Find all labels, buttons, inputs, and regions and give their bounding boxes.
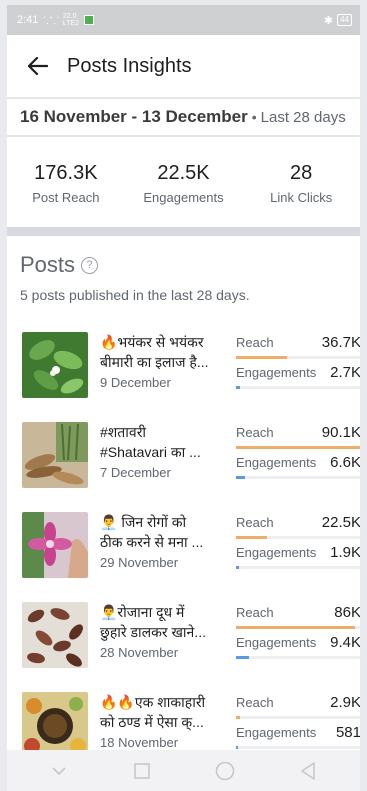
post-stats: Reach 22.5K Engagements 1.9K xyxy=(236,514,360,574)
post-title: #शतावरी xyxy=(100,424,147,440)
engagements-label: Engagements xyxy=(236,725,317,740)
reach-value: 86K xyxy=(334,604,360,621)
metric-post-reach: 176.3K Post Reach xyxy=(7,137,125,227)
reach-value: 36.7K xyxy=(321,334,360,351)
reach-value: 90.1K xyxy=(321,424,360,441)
engagements-value: 9.4K xyxy=(330,634,360,651)
metric-label: Post Reach xyxy=(32,190,100,205)
post-thumbnail xyxy=(22,422,88,488)
post-item[interactable]: 👨‍💼 जिन रोगों को ठीक करने से मना ... 29 … xyxy=(7,512,360,587)
engagements-bar xyxy=(236,386,360,389)
system-nav-bar xyxy=(7,750,360,791)
date-range-dates: 16 November - 13 December xyxy=(20,107,248,126)
date-range-selector[interactable]: 16 November - 13 December • Last 28 days xyxy=(7,97,360,137)
status-bar: 2:41 ⸪⸪ 22.0 LTE2 ✱ 44 xyxy=(7,5,360,35)
post-title: 👨‍💼 जिन रोगों को xyxy=(100,514,187,530)
post-date: 29 November xyxy=(100,555,179,570)
posts-subtitle: 5 posts published in the last 28 days. xyxy=(20,287,250,303)
chevron-down-icon[interactable] xyxy=(39,756,79,786)
posts-title: Posts xyxy=(20,252,76,277)
engagements-bar xyxy=(236,746,360,749)
clock: 2:41 xyxy=(17,14,39,26)
metric-engagements: 22.5K Engagements xyxy=(125,137,243,227)
engagements-value: 1.9K xyxy=(330,544,360,561)
post-title: 🔥🔥एक शाकाहारी xyxy=(100,694,206,710)
engagements-bar xyxy=(236,476,360,479)
metric-link-clicks: 28 Link Clicks xyxy=(242,137,360,227)
post-stats: Reach 2.9K Engagements 581 xyxy=(236,694,360,750)
triangle-back-icon[interactable] xyxy=(288,756,328,786)
metric-label: Link Clicks xyxy=(270,190,333,205)
engagements-label: Engagements xyxy=(236,455,317,470)
post-title: ठीक करने से मना ... xyxy=(100,534,204,550)
post-title: 🔥भयंकर से भयंकर xyxy=(100,334,204,350)
reach-value: 2.9K xyxy=(330,694,360,711)
metric-value: 28 xyxy=(290,162,313,184)
post-thumbnail xyxy=(22,602,88,668)
separator-dot: • xyxy=(251,109,257,125)
metric-label: Engagements xyxy=(143,190,224,205)
post-title: #Shatavari का ... xyxy=(100,444,201,460)
help-icon[interactable]: ? xyxy=(81,256,99,274)
post-date: 9 December xyxy=(100,375,171,390)
metric-value: 176.3K xyxy=(34,162,98,184)
insights-panel: Posts Insights 16 November - 13 December… xyxy=(7,35,360,750)
post-item[interactable]: 🔥🔥एक शाकाहारी को ठण्ड में ऐसा क्... 18 N… xyxy=(7,692,360,750)
reach-bar xyxy=(236,536,360,539)
circle-icon[interactable] xyxy=(205,756,245,786)
post-title: छुहारे डालकर खाने... xyxy=(100,624,206,640)
reach-label: Reach xyxy=(236,515,274,530)
metric-value: 22.5K xyxy=(157,162,210,184)
post-thumbnail xyxy=(22,512,88,578)
post-thumbnail xyxy=(22,332,88,398)
post-stats: Reach 36.7K Engagements 2.7K xyxy=(236,334,360,394)
reach-value: 22.5K xyxy=(321,514,360,531)
reach-bar xyxy=(236,356,360,359)
post-stats: Reach 90.1K Engagements 6.6K xyxy=(236,424,360,484)
engagements-value: 2.7K xyxy=(330,364,360,381)
reach-label: Reach xyxy=(236,335,274,350)
engagements-bar xyxy=(236,566,360,569)
engagements-value: 6.6K xyxy=(330,454,360,471)
post-item[interactable]: 🔥भयंकर से भयंकर बीमारी का इलाज है... 9 D… xyxy=(7,332,360,407)
summary-metrics: 176.3K Post Reach 22.5K Engagements 28 L… xyxy=(7,137,360,227)
engagements-label: Engagements xyxy=(236,545,317,560)
post-date: 18 November xyxy=(100,735,179,750)
engagements-value: 581 xyxy=(335,724,360,741)
square-icon[interactable] xyxy=(122,756,162,786)
reach-bar xyxy=(236,716,360,719)
post-title: बीमारी का इलाज है... xyxy=(100,354,209,370)
post-date: 7 December xyxy=(100,465,171,480)
posts-header: Posts ? xyxy=(7,236,360,278)
page-title: Posts Insights xyxy=(67,54,192,77)
post-item[interactable]: #शतावरी #Shatavari का ... 7 December Rea… xyxy=(7,422,360,497)
reach-bar xyxy=(236,626,360,629)
network-indicator: 22.0 LTE2 xyxy=(62,13,80,27)
post-title: 👨‍💼रोजाना दूध में xyxy=(100,604,185,620)
reach-label: Reach xyxy=(236,425,274,440)
reach-label: Reach xyxy=(236,695,274,710)
post-stats: Reach 86K Engagements 9.4K xyxy=(236,604,360,664)
post-thumbnail xyxy=(22,692,88,750)
engagements-bar xyxy=(236,656,360,659)
reach-bar xyxy=(236,446,360,449)
post-date: 28 November xyxy=(100,645,179,660)
back-arrow-icon[interactable] xyxy=(23,51,53,81)
bluetooth-icon: ✱ xyxy=(323,14,334,27)
post-title: को ठण्ड में ऐसा क्... xyxy=(100,714,204,730)
engagements-label: Engagements xyxy=(236,365,317,380)
signal-icon: ⸪⸪ xyxy=(43,16,58,27)
date-range-period: Last 28 days xyxy=(260,108,346,126)
section-divider xyxy=(7,227,360,236)
app-bar: Posts Insights xyxy=(7,35,360,97)
gallery-notification-icon xyxy=(84,15,95,25)
battery-icon: 44 xyxy=(337,14,352,26)
engagements-label: Engagements xyxy=(236,635,317,650)
reach-label: Reach xyxy=(236,605,274,620)
post-item[interactable]: 👨‍💼रोजाना दूध में छुहारे डालकर खाने... 2… xyxy=(7,602,360,677)
